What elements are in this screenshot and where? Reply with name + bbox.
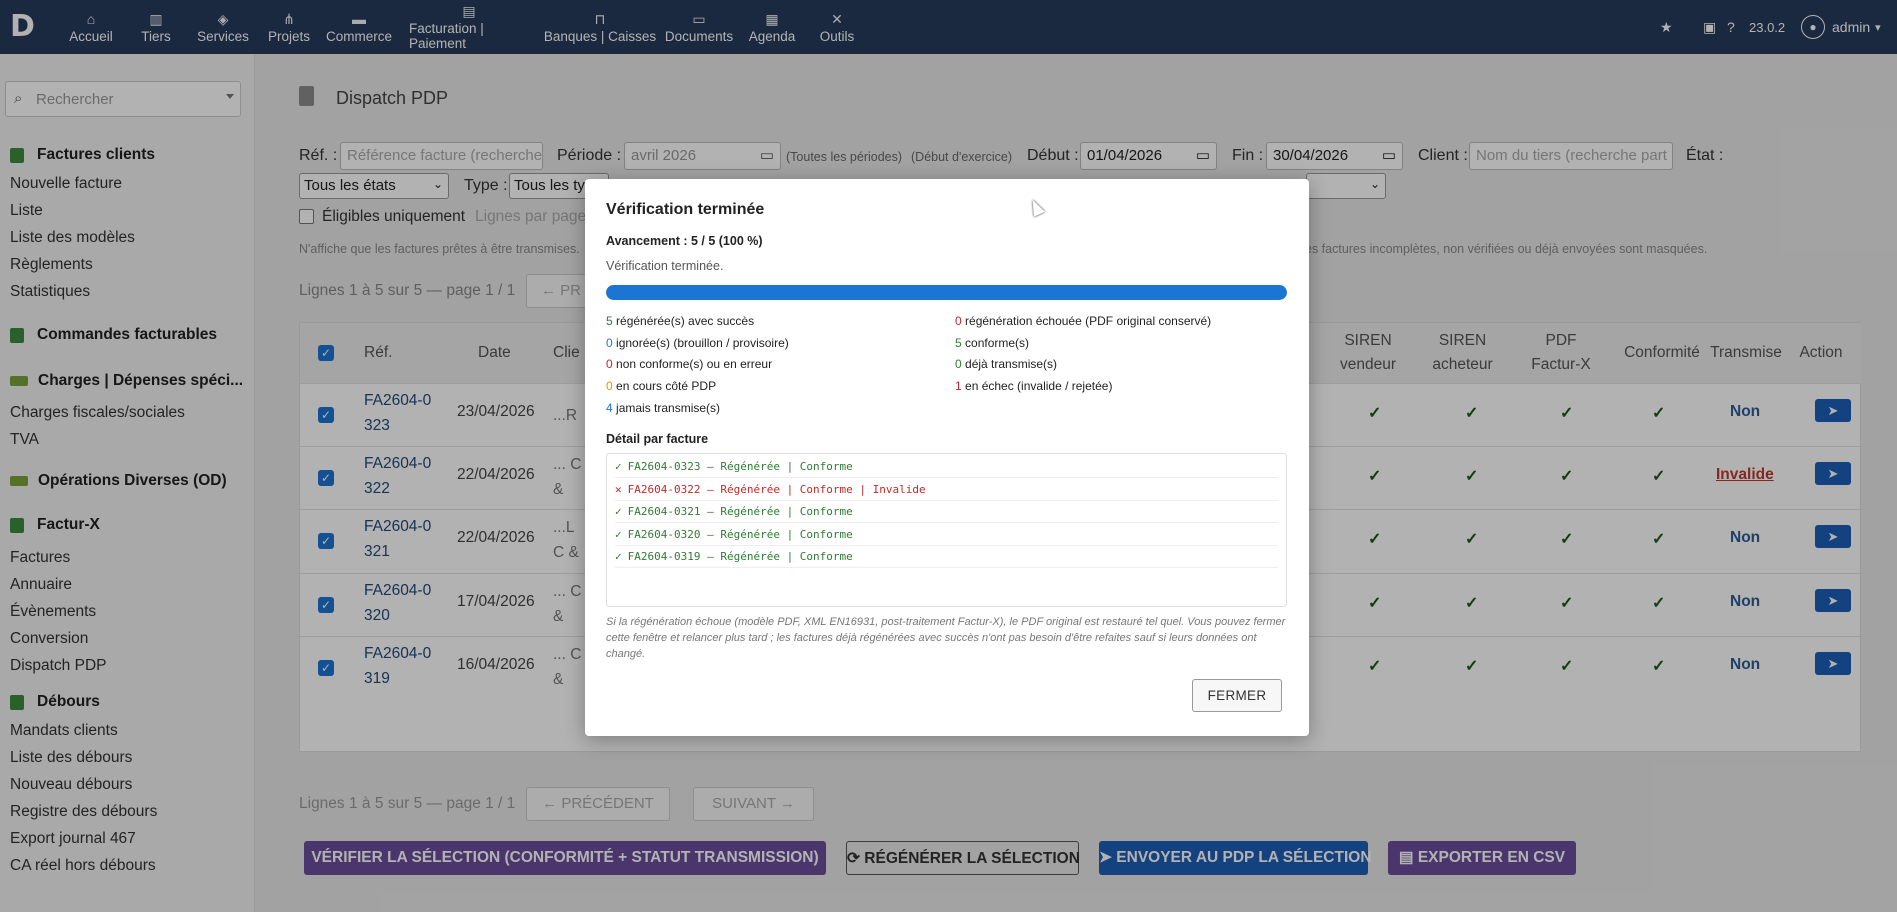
- stat-count: 5: [606, 314, 613, 328]
- stat-count: 0: [955, 357, 962, 371]
- stat-line: 0 ignorée(s) (brouillon / provisoire): [606, 336, 789, 350]
- detail-line: ✓ FA2604-0320 — Régénérée | Conforme: [615, 524, 1278, 546]
- detail-title: Détail par facture: [606, 432, 709, 446]
- detail-line: ✓ FA2604-0319 — Régénérée | Conforme: [615, 546, 1278, 568]
- stat-line: 0 en cours côté PDP: [606, 379, 716, 393]
- stat-line: 5 conforme(s): [955, 336, 1029, 350]
- check-icon: ✓: [615, 460, 622, 473]
- stat-line: 0 non conforme(s) ou en erreur: [606, 357, 772, 371]
- stat-count: 0: [606, 357, 613, 371]
- detail-text: FA2604-0322 — Régénérée | Conforme | Inv…: [627, 482, 926, 496]
- detail-list: ✓ FA2604-0323 — Régénérée | Conforme ✕ FA26…: [606, 453, 1287, 607]
- stat-label: non conforme(s) ou en erreur: [612, 357, 773, 371]
- stat-label: en échec (invalide / rejetée): [961, 379, 1113, 393]
- progress-label: Avancement : 5 / 5 (100 %): [606, 234, 763, 248]
- check-icon: ✓: [615, 505, 622, 518]
- stat-count: 4: [606, 401, 613, 415]
- regeneration-note: Si la régénération échoue (modèle PDF, X…: [606, 616, 1286, 660]
- verification-dialog: Vérification terminée Avancement : 5 / 5…: [585, 179, 1309, 736]
- detail-line: ✓ FA2604-0321 — Régénérée | Conforme: [615, 501, 1278, 523]
- stat-line: 5 régénérée(s) avec succès: [606, 314, 754, 328]
- detail-text: FA2604-0319 — Régénérée | Conforme: [627, 550, 853, 563]
- stat-label: régénération échouée (PDF original conse…: [961, 314, 1212, 328]
- dialog-title: Vérification terminée: [606, 201, 765, 218]
- stat-count: 0: [606, 379, 613, 393]
- close-button[interactable]: FERMER: [1192, 679, 1282, 712]
- stat-label: régénérée(s) avec succès: [612, 314, 755, 328]
- stat-line: 0 régénération échouée (PDF original con…: [955, 314, 1211, 328]
- detail-line: ✓ FA2604-0323 — Régénérée | Conforme: [615, 456, 1278, 478]
- stat-count: 1: [955, 379, 962, 393]
- stat-label: déjà transmise(s): [961, 357, 1058, 371]
- status-text: Vérification terminée.: [606, 259, 724, 273]
- stat-line: 1 en échec (invalide / rejetée): [955, 379, 1112, 393]
- progress-fill: [606, 285, 1287, 300]
- stat-label: ignorée(s) (brouillon / provisoire): [612, 336, 789, 350]
- stat-line: 4 jamais transmise(s): [606, 401, 720, 415]
- stat-count: 0: [955, 314, 962, 328]
- detail-text: FA2604-0321 — Régénérée | Conforme: [627, 505, 853, 518]
- check-icon: ✓: [615, 550, 622, 563]
- stat-label: en cours côté PDP: [612, 379, 717, 393]
- check-icon: ✓: [615, 527, 622, 541]
- detail-text: FA2604-0320 — Régénérée | Conforme: [627, 527, 853, 541]
- progress-bar: [606, 285, 1287, 300]
- detail-line: ✕ FA2604-0322 — Régénérée | Conforme | In…: [615, 479, 1278, 501]
- stat-line: 0 déjà transmise(s): [955, 357, 1057, 371]
- stat-count: 5: [955, 336, 962, 350]
- cross-icon: ✕: [615, 482, 622, 496]
- stat-count: 0: [606, 336, 613, 350]
- stat-label: jamais transmise(s): [612, 401, 721, 415]
- detail-text: FA2604-0323 — Régénérée | Conforme: [627, 460, 853, 473]
- stat-label: conforme(s): [961, 336, 1030, 350]
